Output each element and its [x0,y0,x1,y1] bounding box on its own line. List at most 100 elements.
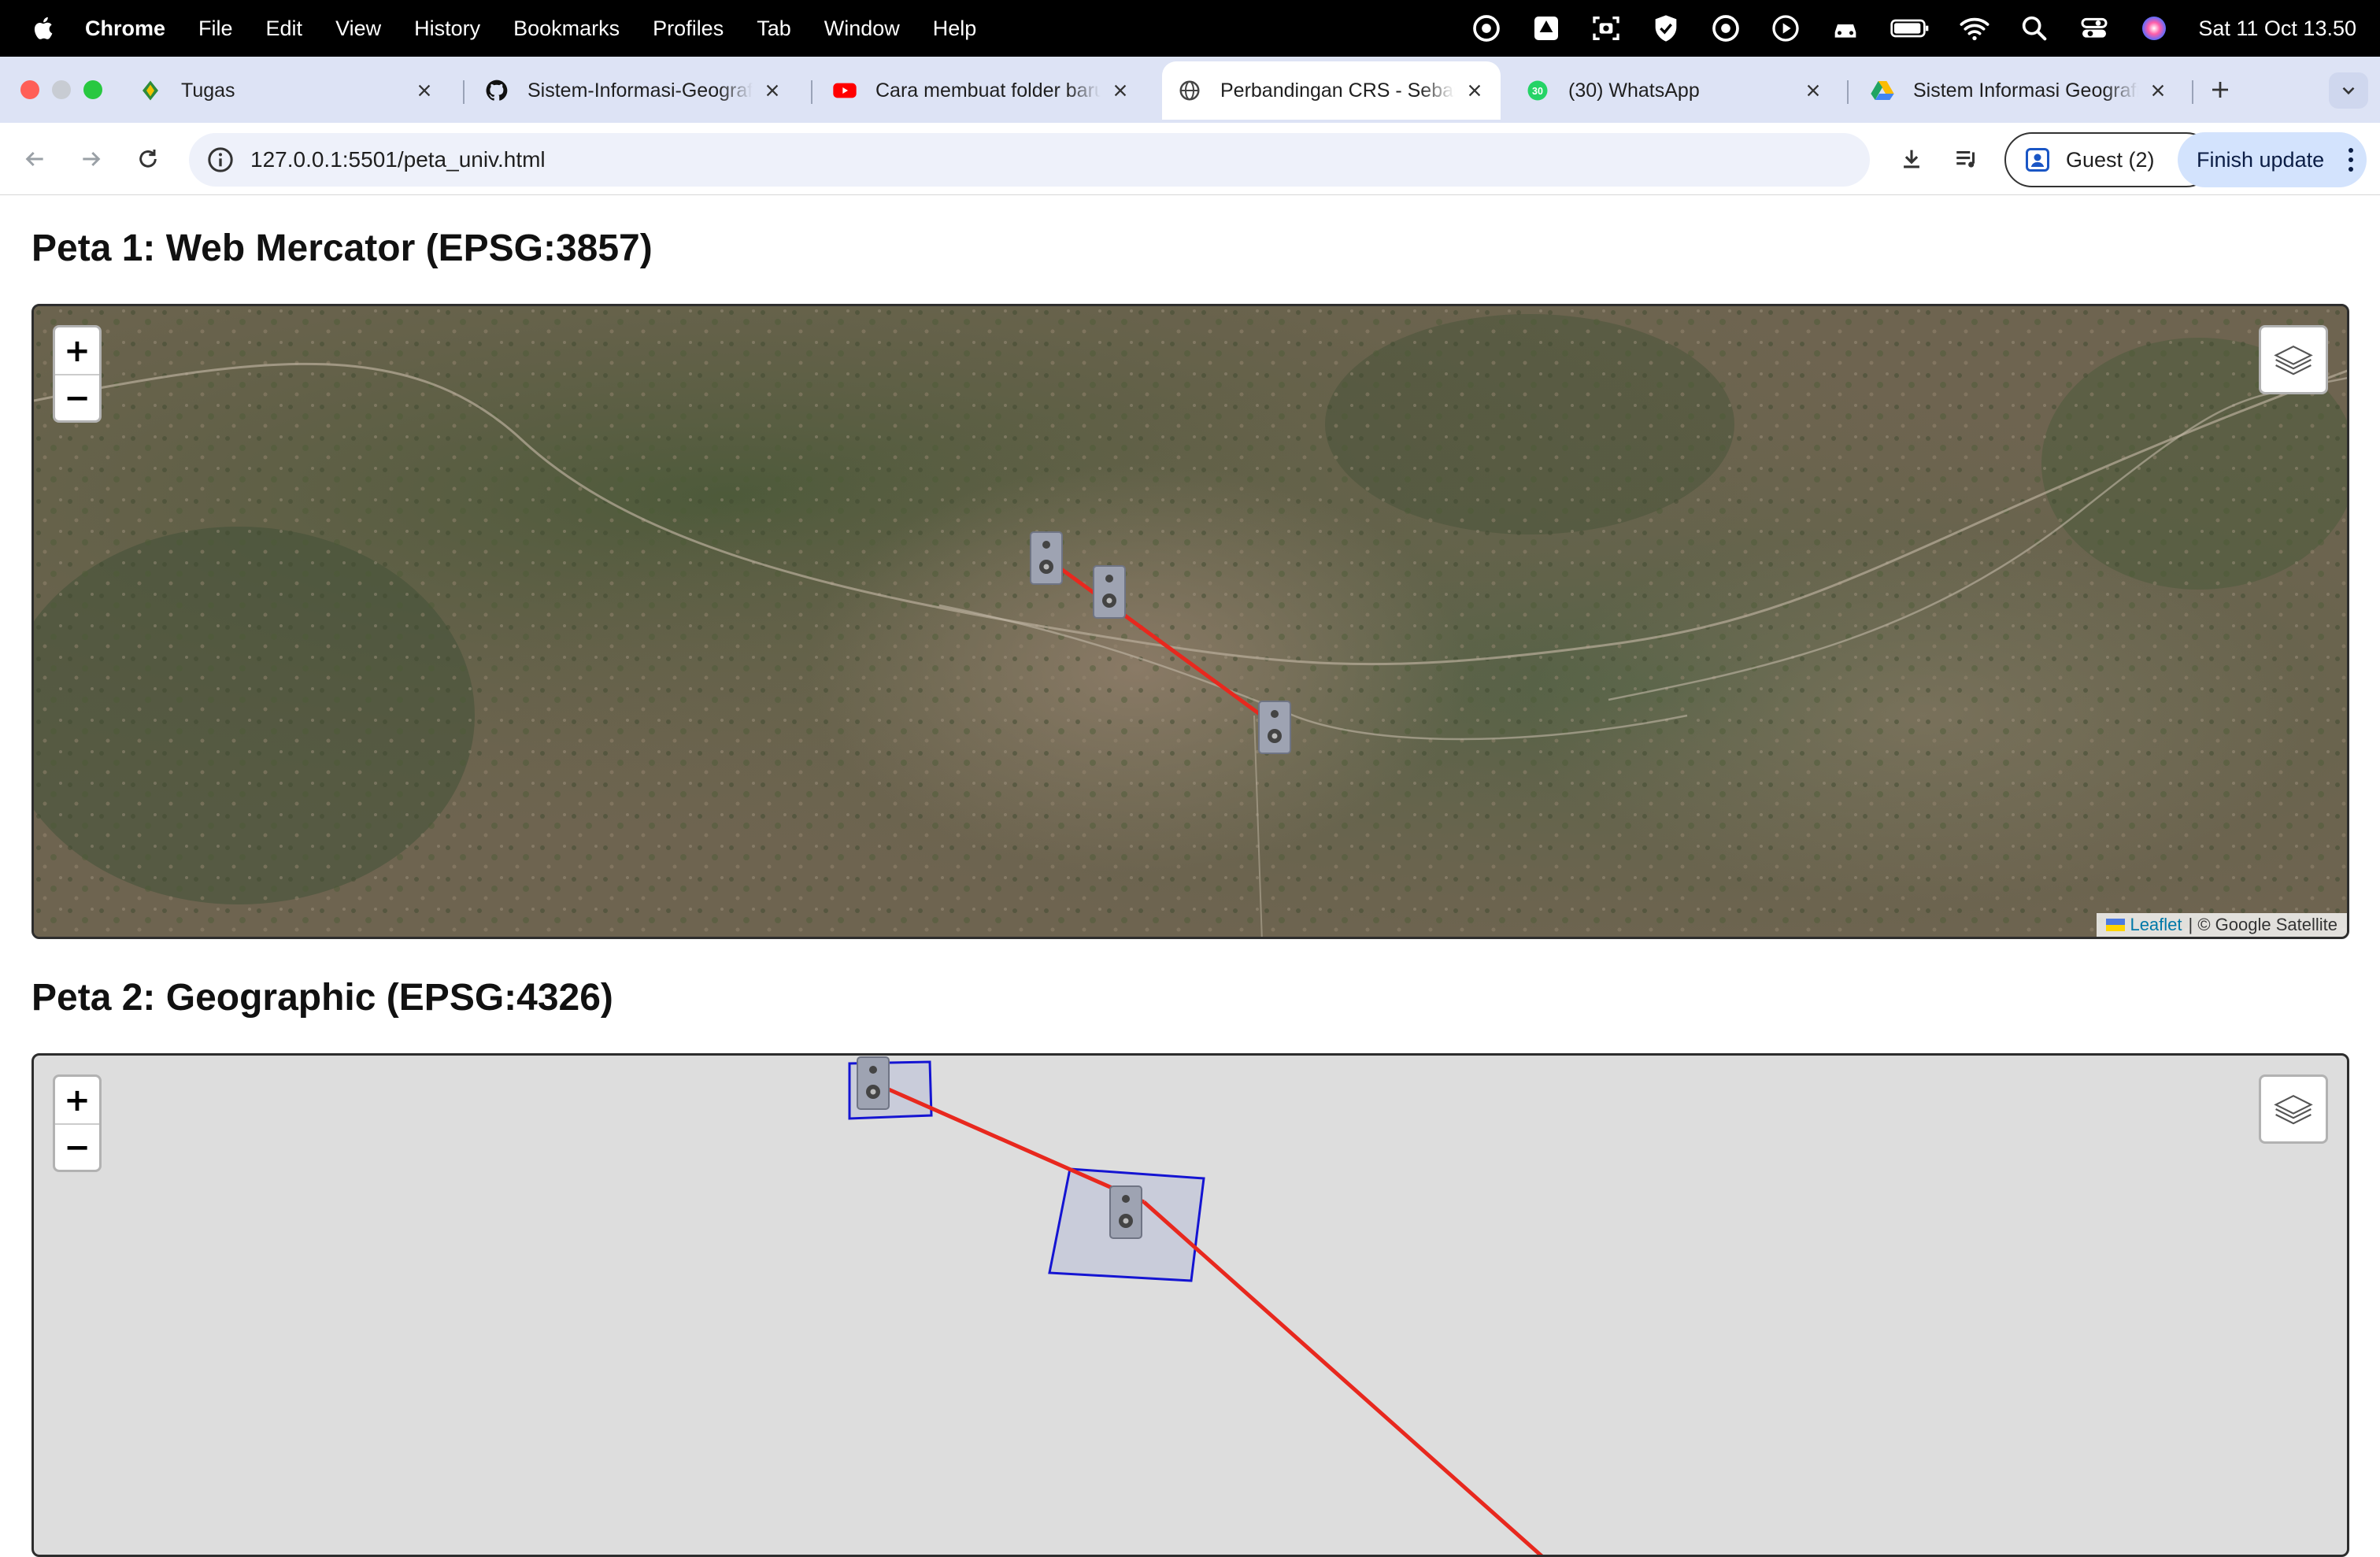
menu-tab[interactable]: Tab [757,17,791,41]
zoom-out-button[interactable]: − [55,1123,99,1170]
reload-icon[interactable] [129,140,167,178]
menu-bookmarks[interactable]: Bookmarks [513,17,620,41]
satellite-basemap[interactable] [34,306,2349,939]
speaker-marker-icon[interactable] [1029,531,1064,586]
screenshot-icon[interactable] [1590,13,1622,44]
speaker-marker-icon[interactable] [1092,564,1127,619]
tugas-favicon [137,77,164,104]
tab-title: Perbandingan CRS - Sebaran [1220,79,1455,102]
more-vertical-icon[interactable] [2348,146,2354,173]
drive-icon[interactable] [1531,13,1562,44]
new-tab-icon[interactable] [2201,71,2239,109]
tab-search-chevron-down-icon[interactable] [2329,72,2368,109]
youtube-icon [831,77,858,104]
close-icon[interactable] [1109,79,1132,102]
apple-logo-icon[interactable] [30,14,58,43]
tab-github[interactable]: Sistem-Informasi-Geografis [469,61,798,120]
tab-tugas[interactable]: Tugas [123,61,450,120]
tab-perbandingan-crs[interactable]: Perbandingan CRS - Sebaran [1162,61,1501,120]
zoom-out-button[interactable]: − [55,374,99,420]
search-icon[interactable] [2019,13,2050,44]
wifi-icon[interactable] [1959,13,1990,44]
speaker-marker-icon[interactable] [856,1056,890,1111]
menubar-status-area: Sat 11 Oct 13.50 [1471,0,2356,57]
tab-title: Sistem Informasi Geografis [1913,79,2138,102]
tab-whatsapp[interactable]: 30 (30) WhatsApp [1510,61,1839,120]
map-attribution: Leaflet | © Google Satellite [2097,913,2347,937]
close-icon[interactable] [1801,79,1825,102]
route-line[interactable] [875,1082,1146,1204]
tab-separator [2192,80,2193,104]
shield-icon[interactable] [1650,13,1682,44]
menu-history[interactable]: History [414,17,480,41]
leaflet-link[interactable]: Leaflet [2130,915,2182,935]
profile-label: Guest (2) [2066,147,2155,172]
menu-window[interactable]: Window [824,17,900,41]
menu-file[interactable]: File [198,17,233,41]
zoom-in-button[interactable]: + [55,327,99,374]
globe-icon [1176,77,1203,104]
close-icon[interactable] [2146,79,2170,102]
menu-view[interactable]: View [335,17,381,41]
browser-toolbar: 127.0.0.1:5501/peta_univ.html Guest (2) … [0,123,2380,195]
site-info-icon[interactable] [205,144,236,176]
download-icon[interactable] [1893,140,1930,178]
speaker-marker-icon[interactable] [1257,700,1292,755]
battery-icon[interactable] [1890,13,1930,44]
svg-text:30: 30 [1532,86,1543,97]
speaker-marker-icon[interactable] [1109,1185,1143,1240]
tab-title: (30) WhatsApp [1568,79,1700,102]
address-bar[interactable]: 127.0.0.1:5501/peta_univ.html [189,133,1870,187]
map2-zoom-control: + − [53,1074,102,1172]
map-web-mercator[interactable]: + − Leaflet | © Google Satellite [31,304,2349,939]
zoom-in-button[interactable]: + [55,1077,99,1123]
geographic-map-canvas[interactable] [34,1056,2349,1557]
finish-update-button[interactable]: Finish update [2178,132,2367,187]
control-center-icon[interactable] [2078,13,2110,44]
menu-profiles[interactable]: Profiles [653,17,724,41]
tab-separator [463,80,465,104]
menu-edit[interactable]: Edit [266,17,303,41]
map-geographic[interactable]: + − [31,1053,2349,1557]
map1-zoom-control: + − [53,325,102,423]
close-icon[interactable] [761,79,784,102]
map1-heading: Peta 1: Web Mercator (EPSG:3857) [31,227,653,269]
creative-cloud-icon[interactable] [1710,13,1742,44]
map2-heading: Peta 2: Geographic (EPSG:4326) [31,977,613,1019]
forward-arrow-icon[interactable] [72,140,110,178]
menu-app-name[interactable]: Chrome [85,17,165,41]
window-close-button[interactable] [20,80,39,99]
close-icon[interactable] [1463,79,1486,102]
tab-title: Tugas [181,79,235,102]
update-label: Finish update [2197,147,2325,172]
car-icon[interactable] [1830,13,1861,44]
layers-control-button[interactable] [2259,1074,2328,1144]
layers-icon [2274,1095,2313,1125]
profile-icon [2026,148,2049,172]
ukraine-flag-icon [2106,919,2126,931]
window-minimize-button[interactable] [52,80,71,99]
menu-help[interactable]: Help [933,17,977,41]
url-text[interactable]: 127.0.0.1:5501/peta_univ.html [250,147,546,172]
menubar-clock[interactable]: Sat 11 Oct 13.50 [2198,17,2356,41]
tab-title: Sistem-Informasi-Geografis [527,79,753,102]
tab-title: Cara membuat folder baru [875,79,1101,102]
layers-icon [2274,346,2313,375]
creative-cloud-icon[interactable] [1471,13,1502,44]
play-icon[interactable] [1770,13,1801,44]
back-arrow-icon[interactable] [16,140,54,178]
tab-separator [1847,80,1849,104]
tab-youtube[interactable]: Cara membuat folder baru [817,61,1146,120]
close-icon[interactable] [413,79,436,102]
tab-google-drive[interactable]: Sistem Informasi Geografis [1855,61,2184,120]
macos-menu-bar: Chrome File Edit View History Bookmarks … [0,0,2380,57]
layers-control-button[interactable] [2259,325,2328,394]
window-maximize-button[interactable] [83,80,102,99]
browser-tab-strip: Tugas Sistem-Informasi-Geografis Cara me… [0,57,2380,123]
google-drive-icon [1869,77,1896,104]
route-line[interactable] [1142,1200,1545,1557]
attribution-text: | © Google Satellite [2188,915,2337,934]
siri-icon[interactable] [2138,13,2170,44]
media-controls-icon[interactable] [1948,140,1986,178]
whatsapp-icon: 30 [1524,77,1551,104]
